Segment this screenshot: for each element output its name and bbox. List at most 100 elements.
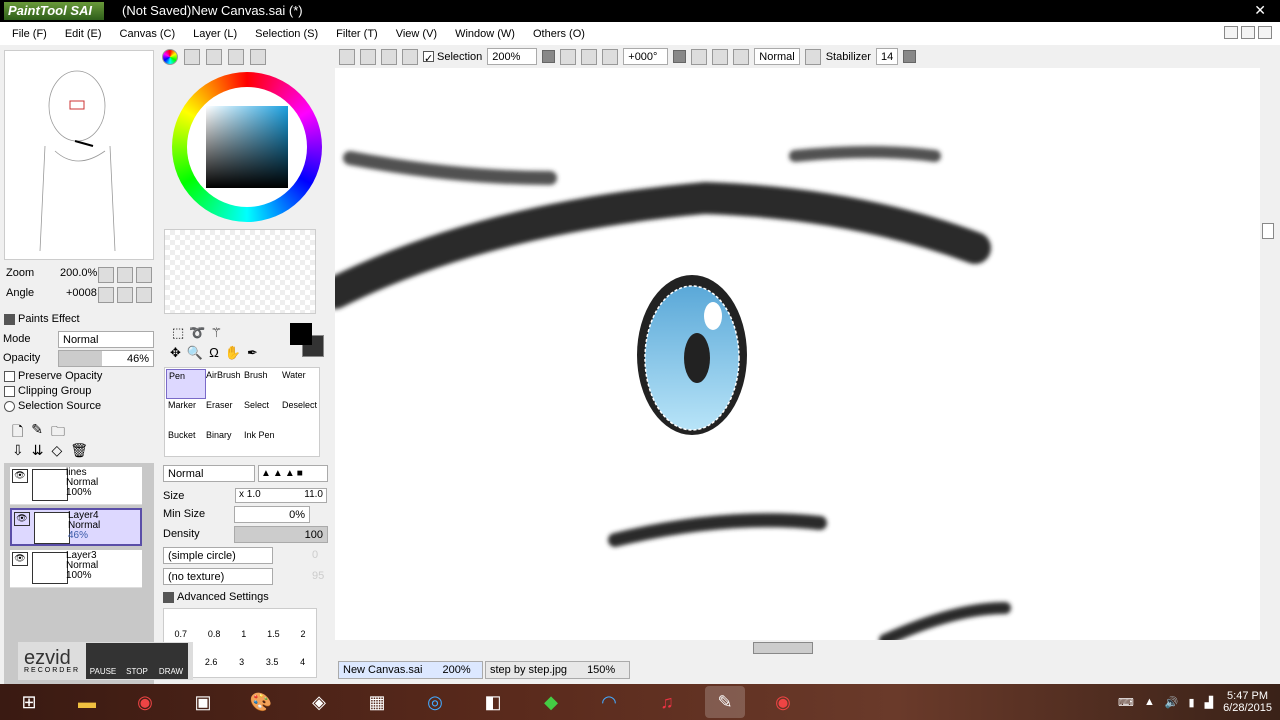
rect-select-icon[interactable]: ⬚: [172, 325, 184, 341]
nav-rotate-right[interactable]: [117, 287, 133, 303]
doc-tab[interactable]: step by step.jpg 150%: [485, 661, 630, 679]
min-size-slider[interactable]: 0%: [234, 506, 310, 523]
menu-selection[interactable]: Selection (S): [249, 28, 324, 40]
keyboard-icon[interactable]: ⌨: [1118, 696, 1134, 709]
layer-item[interactable]: 👁 Layer3 Normal 100%: [10, 550, 142, 588]
eyedropper-icon[interactable]: ✒: [247, 345, 258, 361]
flip-button[interactable]: [804, 48, 821, 65]
battery-icon[interactable]: ▮: [1189, 696, 1195, 709]
tool-ink-pen[interactable]: Ink Pen: [242, 429, 282, 459]
color-wheel[interactable]: [172, 72, 322, 222]
tray-arrow-icon[interactable]: ▲: [1144, 696, 1155, 708]
brush-texture-select[interactable]: (no texture): [163, 568, 273, 585]
pause-button[interactable]: PAUSE: [86, 643, 120, 679]
itunes-icon[interactable]: ♫: [647, 686, 687, 718]
close-button[interactable]: ✕: [1254, 2, 1266, 19]
visibility-eye-icon[interactable]: 👁: [12, 469, 28, 483]
doc-tab-active[interactable]: New Canvas.sai 200%: [338, 661, 483, 679]
size-preset[interactable]: 0.7: [174, 629, 187, 639]
zoom-in-button[interactable]: [581, 48, 598, 65]
color-wheel-tab[interactable]: [162, 49, 178, 65]
angle-field[interactable]: +000°: [623, 48, 669, 65]
layer-item-selected[interactable]: 👁 Layer4 Normal 46%: [10, 508, 142, 546]
calculator-icon[interactable]: ▦: [357, 686, 397, 718]
painttool-sai-icon[interactable]: ✎: [705, 686, 745, 718]
visibility-eye-icon[interactable]: 👁: [12, 552, 28, 566]
stabilizer-field[interactable]: 14: [875, 48, 898, 65]
brush-blend-select[interactable]: Normal: [163, 465, 255, 482]
horizontal-scroll-thumb[interactable]: [753, 642, 813, 654]
opacity-slider[interactable]: 46%: [58, 350, 154, 367]
app2-icon[interactable]: ◧: [473, 686, 513, 718]
size-preset[interactable]: 1: [241, 629, 246, 639]
chrome-icon[interactable]: ◉: [125, 686, 165, 718]
size-preset[interactable]: 1.5: [267, 629, 280, 639]
zoom-field[interactable]: 200%: [487, 48, 538, 65]
zoom-dropdown[interactable]: [542, 50, 556, 63]
nav-zoom-reset[interactable]: [136, 267, 152, 283]
advanced-settings-toggle[interactable]: Advanced Settings: [163, 591, 269, 603]
tool-select[interactable]: Select: [242, 399, 282, 429]
paint-icon[interactable]: 🎨: [241, 686, 281, 718]
layer-item[interactable]: 👁 lines Normal 100%: [10, 467, 142, 505]
horizontal-scrollbar[interactable]: [335, 640, 1260, 656]
clear-layer-icon[interactable]: ◇: [51, 442, 62, 459]
clock[interactable]: 5:47 PM 6/28/2015: [1223, 690, 1272, 714]
tool-binary[interactable]: Binary: [204, 429, 244, 459]
angle-dropdown[interactable]: [673, 50, 687, 63]
swatches-tab[interactable]: [228, 49, 244, 65]
tool-pen[interactable]: Pen: [166, 369, 206, 399]
restore-button[interactable]: [1241, 26, 1255, 39]
size-preset[interactable]: 0.8: [208, 629, 221, 639]
vertical-scroll-thumb[interactable]: [1262, 223, 1274, 239]
navigator-preview[interactable]: [4, 50, 154, 260]
tool-eraser[interactable]: Eraser: [204, 399, 244, 429]
invert-selection-button[interactable]: [402, 48, 418, 65]
sims-icon[interactable]: ◆: [531, 686, 571, 718]
move-icon[interactable]: ✥: [170, 345, 181, 361]
stop-button[interactable]: STOP: [120, 643, 154, 679]
browser-icon[interactable]: ◠: [589, 686, 629, 718]
zoom-reset-button[interactable]: [602, 48, 619, 65]
hand-icon[interactable]: ✋: [225, 345, 241, 361]
lasso-icon[interactable]: ➰: [189, 325, 205, 341]
picasa-icon[interactable]: ◈: [299, 686, 339, 718]
nav-zoom-out[interactable]: [98, 267, 114, 283]
rotate-icon[interactable]: Ω: [209, 345, 219, 361]
scratchpad[interactable]: [164, 229, 316, 314]
zoom-icon[interactable]: 🔍: [187, 345, 203, 361]
menu-filter[interactable]: Filter (T): [330, 28, 384, 40]
visibility-eye-icon[interactable]: 👁: [14, 512, 30, 526]
view-mode-button[interactable]: Normal: [754, 48, 800, 65]
brush-shape-buttons[interactable]: ▲ ▲ ▲ ■: [258, 465, 328, 482]
preserve-opacity-checkbox[interactable]: Preserve Opacity: [4, 370, 102, 382]
nav-rotate-reset[interactable]: [136, 287, 152, 303]
app-icon[interactable]: ▣: [183, 686, 223, 718]
menu-window[interactable]: Window (W): [449, 28, 521, 40]
media-icon[interactable]: ◎: [415, 686, 455, 718]
size-slider[interactable]: x 1.0 11.0: [235, 488, 327, 503]
clipping-group-checkbox[interactable]: Clipping Group: [4, 385, 91, 397]
tool-marker[interactable]: Marker: [166, 399, 206, 429]
hsv-slider-tab[interactable]: [206, 49, 222, 65]
magic-wand-icon[interactable]: ⚚: [210, 325, 222, 341]
nav-rotate-left[interactable]: [98, 287, 114, 303]
size-preset[interactable]: 4: [300, 657, 305, 667]
rotate-left-button[interactable]: [691, 48, 708, 65]
menu-edit[interactable]: Edit (E): [59, 28, 108, 40]
selection-checkbox[interactable]: ✓ Selection: [423, 51, 482, 65]
deselect-button[interactable]: [381, 48, 397, 65]
vertical-scrollbar[interactable]: [1260, 68, 1276, 640]
rotate-right-button[interactable]: [712, 48, 729, 65]
start-icon[interactable]: ⊞: [9, 686, 49, 718]
menu-layer[interactable]: Layer (L): [187, 28, 243, 40]
tool-airbrush[interactable]: AirBrush: [204, 369, 244, 399]
merge-down-icon[interactable]: ⇊: [32, 442, 44, 459]
size-preset[interactable]: 2: [301, 629, 306, 639]
menu-canvas[interactable]: Canvas (C): [114, 28, 182, 40]
rgb-slider-tab[interactable]: [184, 49, 200, 65]
menu-others[interactable]: Others (O): [527, 28, 591, 40]
layer-mode-select[interactable]: Normal: [58, 331, 154, 348]
volume-icon[interactable]: 🔊: [1165, 696, 1179, 709]
transfer-down-icon[interactable]: ⇩: [12, 442, 24, 459]
